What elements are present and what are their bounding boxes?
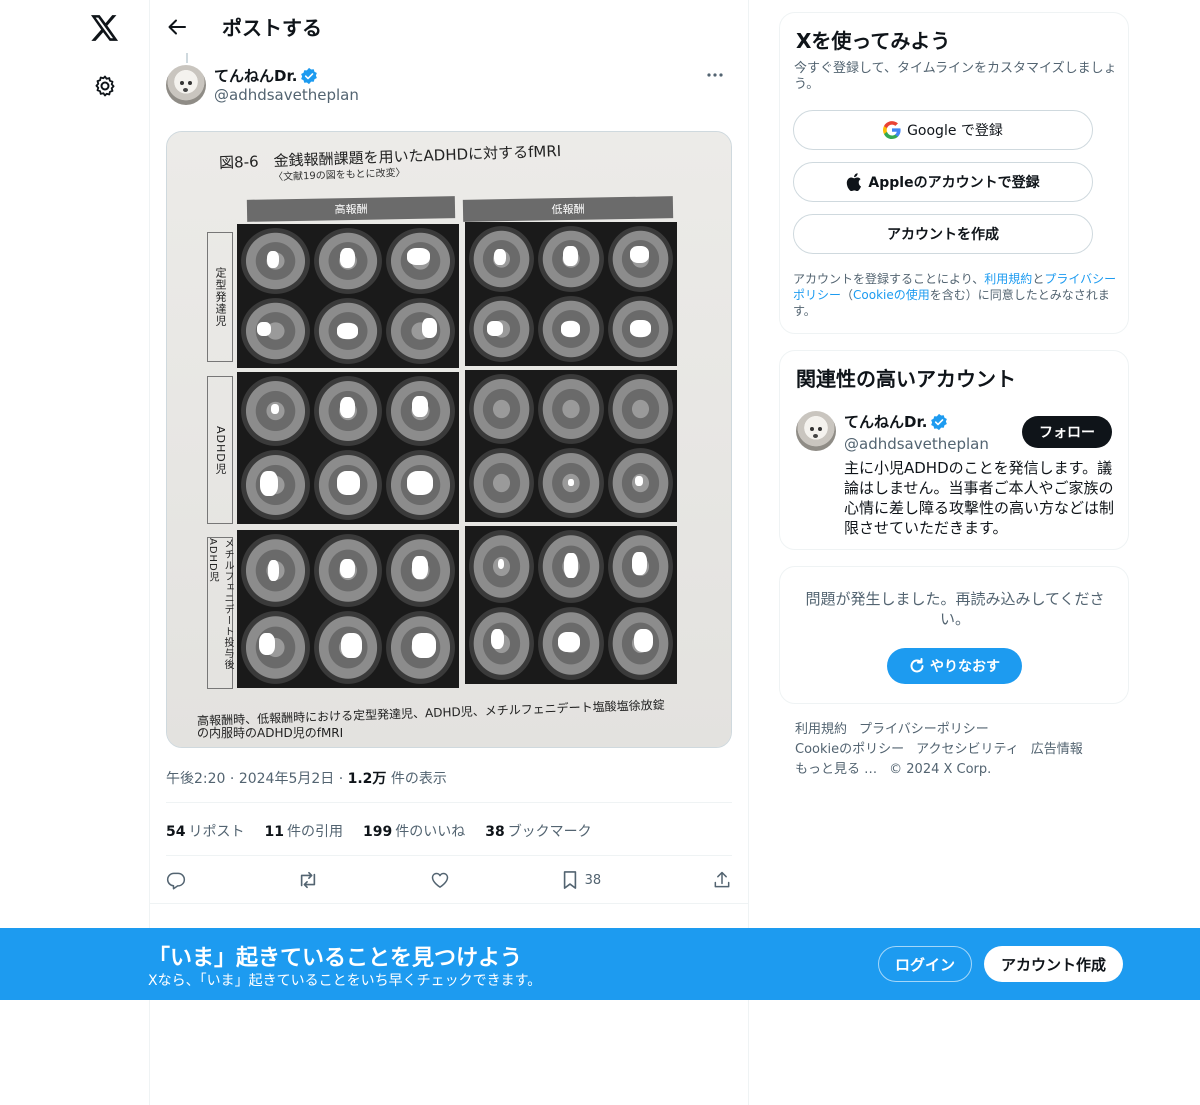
scan-grid-typical-high	[237, 224, 459, 368]
post-date[interactable]: 2024年5月2日	[239, 771, 334, 787]
header: ポストする	[150, 0, 748, 53]
column-header-low: 低報酬	[462, 196, 674, 222]
create-account-banner-button[interactable]: アカウント作成	[984, 946, 1123, 982]
retry-button[interactable]: やりなおす	[887, 648, 1022, 684]
page-title: ポストする	[222, 16, 322, 40]
footer-links: 利用規約 プライバシーポリシー Cookieのポリシー アクセシビリティ 広告情報 も…	[795, 720, 1115, 780]
cookie-link[interactable]: Cookieの使用	[853, 288, 930, 302]
scan-grid-adhd-high	[237, 372, 459, 524]
media-page: 図8-6 金銭報酬課題を用いたADHDに対するfMRI 〈文献19の図をもとに改…	[167, 132, 731, 747]
left-nav	[75, 0, 135, 119]
google-signup-label: Google で登録	[907, 123, 1003, 139]
figure-caption-line2: の内服時のADHD児のfMRI	[197, 726, 344, 740]
error-message: 問題が発生しました。再読み込みしてください。	[805, 590, 1105, 628]
post-media-image[interactable]: 図8-6 金銭報酬課題を用いたADHDに対するfMRI 〈文献19の図をもとに改…	[166, 131, 732, 748]
page: ポストする てんねんDr. @adhdsavetheplan 図8-6 金銭報酬…	[0, 0, 1200, 1105]
footer-copyright: © 2024 X Corp.	[889, 762, 992, 777]
footer-link-privacy[interactable]: プライバシーポリシー	[859, 722, 989, 737]
author-handle[interactable]: @adhdsavetheplan	[214, 86, 359, 104]
scan-grid-mph-high	[237, 530, 459, 688]
verified-badge-icon	[300, 67, 318, 85]
follow-button[interactable]: フォロー	[1022, 416, 1112, 448]
post-time[interactable]: 午後2:20	[166, 771, 225, 787]
reply-icon[interactable]	[166, 870, 186, 890]
figure-subtitle: 〈文献19の図をもとに改変〉	[272, 167, 406, 184]
column-header-high: 高報酬	[246, 196, 456, 222]
row-label-adhd: ADHD児	[207, 376, 233, 524]
legal-prefix: アカウントを登録することにより、	[793, 272, 985, 286]
signup-legal-text: アカウントを登録することにより、利用規約とプライバシーポリシー（Cookieの使…	[793, 271, 1123, 319]
relevant-title: 関連性の高いアカウント	[796, 367, 1016, 391]
apple-signup-label: Appleのアカウントで登録	[868, 175, 1040, 191]
legal-and: と	[1032, 272, 1045, 286]
avatar[interactable]	[796, 411, 836, 451]
relevant-account-handle[interactable]: @adhdsavetheplan	[844, 435, 989, 453]
signup-title: Xを使ってみよう	[796, 29, 951, 53]
relevant-account-name-row[interactable]: てんねんDr.	[844, 411, 948, 432]
bookmark-button[interactable]: 38	[561, 870, 602, 890]
meta-separator: ·	[229, 771, 239, 787]
views-label: 件の表示	[390, 771, 447, 787]
bookmark-count: 38	[584, 872, 602, 888]
post-actions: 38	[166, 866, 732, 894]
post-meta: 午後2:20 · 2024年5月2日 · 1.2万 件の表示	[166, 768, 447, 788]
divider	[166, 855, 732, 856]
author-name[interactable]: てんねんDr.	[214, 65, 297, 86]
retry-label: やりなおす	[930, 659, 1000, 675]
scan-grid-typical-low	[465, 222, 677, 366]
relevant-account-name: てんねんDr.	[844, 413, 928, 431]
verified-badge-icon	[930, 413, 948, 431]
author-name-row: てんねんDr.	[214, 65, 318, 86]
post-stats: 54 リポスト 11 件の引用 199 件のいいね 38 ブックマーク	[166, 821, 612, 841]
footer-link-ads[interactable]: 広告情報	[1031, 742, 1083, 757]
bookmark-icon	[563, 871, 576, 889]
back-arrow-icon[interactable]	[166, 16, 188, 38]
post-author: てんねんDr. @adhdsavetheplan	[166, 65, 732, 109]
scan-grid-adhd-low	[465, 370, 677, 522]
relevant-account-bio: 主に小児ADHDのことを発信します。議論はしません。当事者ご本人やご家族の心情に…	[844, 459, 1115, 537]
signup-subtitle: 今すぐ登録して、タイムラインをカスタマイズしましょう。	[794, 61, 1117, 92]
stat-bookmarks[interactable]: 38 ブックマーク	[485, 821, 591, 841]
banner-subtitle: Xなら、「いま」起きていることをいち早くチェックできます。	[148, 973, 542, 989]
more-options-icon[interactable]	[698, 65, 732, 85]
terms-link[interactable]: 利用規約	[984, 272, 1032, 286]
legal-mid: （	[841, 288, 854, 302]
footer-link-more[interactable]: もっと見る …	[795, 762, 877, 777]
banner-title: 「いま」起きていることを見つけよう	[148, 946, 523, 971]
divider	[166, 802, 732, 803]
gear-icon[interactable]	[80, 61, 130, 111]
row-label-typical: 定型発達児	[207, 232, 233, 362]
stat-likes[interactable]: 199 件のいいね	[363, 821, 465, 841]
row-label-mph: メチルフェニデート投与後ADHD児	[207, 537, 233, 689]
stat-reposts[interactable]: 54 リポスト	[166, 821, 244, 841]
scan-grid-mph-low	[465, 526, 677, 684]
error-card: 問題が発生しました。再読み込みしてください。 やりなおす	[779, 566, 1129, 704]
avatar[interactable]	[166, 65, 206, 105]
share-icon[interactable]	[712, 870, 732, 890]
google-icon	[883, 121, 901, 139]
create-account-label: アカウントを作成	[887, 227, 999, 243]
refresh-icon	[909, 658, 925, 674]
signup-card: Xを使ってみよう 今すぐ登録して、タイムラインをカスタマイズしましょう。 Goo…	[779, 12, 1129, 334]
apple-signup-button[interactable]: Appleのアカウントで登録	[793, 162, 1093, 202]
views-count: 1.2万	[347, 771, 387, 787]
create-account-button[interactable]: アカウントを作成	[793, 214, 1093, 254]
meta-separator: ·	[338, 771, 348, 787]
footer-link-terms[interactable]: 利用規約	[795, 722, 847, 737]
repost-icon[interactable]	[297, 870, 319, 890]
apple-icon	[846, 173, 862, 191]
x-logo-icon[interactable]	[80, 3, 130, 53]
bottom-signup-banner: 「いま」起きていることを見つけよう Xなら、「いま」起きていることをいち早くチェ…	[0, 928, 1200, 1000]
thread-line	[186, 53, 188, 63]
footer-link-cookie[interactable]: Cookieのポリシー	[795, 742, 904, 757]
footer-link-accessibility[interactable]: アクセシビリティ	[916, 742, 1019, 757]
divider	[150, 903, 748, 904]
google-signup-button[interactable]: Google で登録	[793, 110, 1093, 150]
like-icon[interactable]	[430, 870, 450, 890]
login-button[interactable]: ログイン	[878, 946, 972, 982]
stat-quotes[interactable]: 11 件の引用	[264, 821, 342, 841]
relevant-accounts-card: 関連性の高いアカウント てんねんDr. @adhdsavetheplan フォロ…	[779, 350, 1129, 550]
